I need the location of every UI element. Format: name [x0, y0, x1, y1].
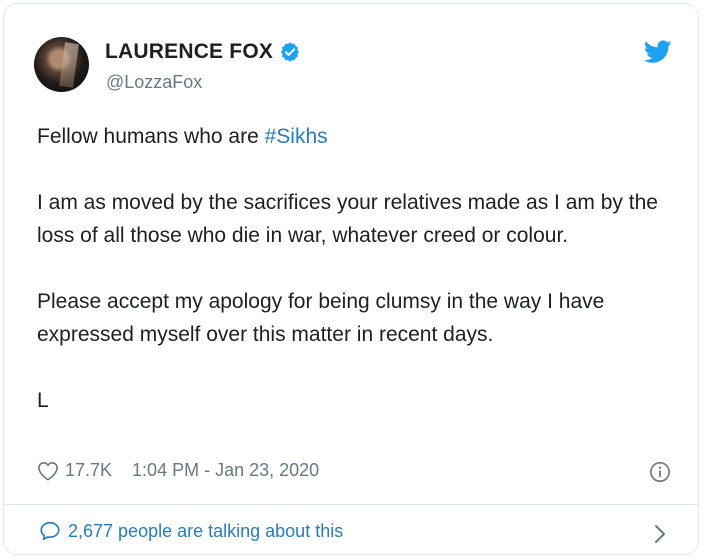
- tweet-card: LAURENCE FOX @LozzaFox Fellow humans who…: [3, 3, 699, 555]
- tweet-text: Fellow humans who are #Sikhs I am as mov…: [37, 120, 677, 417]
- tweet-meta: 17.7K 1:04 PM - Jan 23, 2020: [37, 460, 319, 481]
- info-icon[interactable]: [649, 461, 671, 483]
- twitter-bird-icon[interactable]: [644, 40, 672, 64]
- author-row: LAURENCE FOX: [105, 38, 301, 66]
- tweet-signoff: L: [37, 389, 49, 412]
- author-name[interactable]: LAURENCE FOX: [105, 40, 273, 64]
- speech-bubble-icon: [40, 521, 60, 541]
- like-count[interactable]: 17.7K: [65, 460, 112, 481]
- hashtag-link[interactable]: #Sikhs: [265, 125, 328, 148]
- divider: [4, 504, 698, 505]
- conversation-link[interactable]: 2,677 people are talking about this: [38, 520, 343, 542]
- tweet-paragraph-3: Please accept my apology for being clums…: [37, 290, 611, 346]
- tweet-paragraph-2: I am as moved by the sacrifices your rel…: [37, 191, 664, 247]
- tweet-text-intro: Fellow humans who are: [37, 125, 265, 148]
- heart-icon[interactable]: [37, 461, 59, 481]
- verified-badge-icon: [281, 42, 299, 62]
- avatar[interactable]: [34, 37, 89, 92]
- author-handle[interactable]: @LozzaFox: [106, 72, 202, 93]
- chevron-right-icon[interactable]: [653, 523, 667, 545]
- conversation-count[interactable]: 2,677 people are talking about this: [68, 521, 343, 542]
- tweet-timestamp[interactable]: 1:04 PM - Jan 23, 2020: [132, 460, 319, 481]
